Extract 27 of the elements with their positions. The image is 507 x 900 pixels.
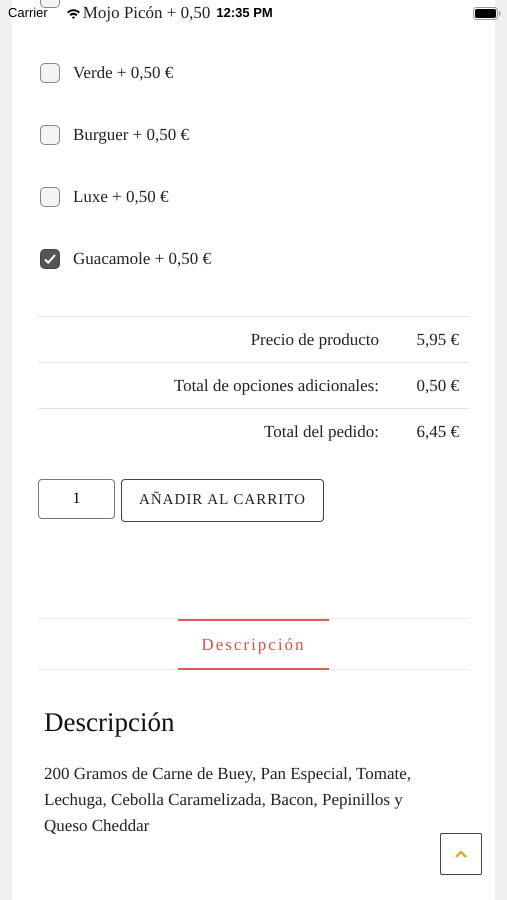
status-time: 12:35 PM (216, 4, 273, 22)
total-value: 0,50 € (416, 374, 460, 397)
scroll-to-top-button[interactable] (440, 833, 482, 875)
carrier-label: Carrier (8, 4, 48, 22)
option-label: Burguer + 0,50 € (73, 124, 189, 146)
description-heading: Descripción (44, 706, 176, 739)
option-label: Verde + 0,50 € (73, 62, 174, 84)
checkbox[interactable] (40, 125, 60, 145)
option-label: Guacamole + 0,50 € (73, 248, 211, 270)
checkmark-icon (43, 252, 57, 266)
total-label: Total de opciones adicionales: (172, 374, 379, 397)
option-label: Mojo Picón + 0,50 (82, 2, 210, 24)
add-to-cart-button[interactable]: AÑADIR AL CARRITO (121, 479, 324, 522)
total-label: Precio de producto (250, 328, 379, 351)
total-value: 5,95 € (416, 328, 460, 351)
tab[interactable]: Descripción (178, 619, 329, 670)
battery-icon (473, 6, 501, 20)
quantity-field[interactable]: 1 (38, 479, 115, 519)
total-value: 6,45 € (416, 421, 460, 444)
checkbox[interactable] (40, 63, 60, 83)
description-text: 200 Gramos de Carne de Buey, Pan Especial, Tomate, Lechuga, Cebolla Caramelizada, Bacon, Pepinillos y Queso Cheddar (44, 762, 412, 836)
chevron-up-icon (454, 850, 468, 858)
checkbox[interactable] (40, 249, 60, 269)
wifi-icon (66, 8, 81, 18)
checkbox[interactable] (40, 187, 60, 207)
option-label: Luxe + 0,50 € (73, 186, 169, 208)
total-label: Total del pedido: (263, 421, 379, 444)
